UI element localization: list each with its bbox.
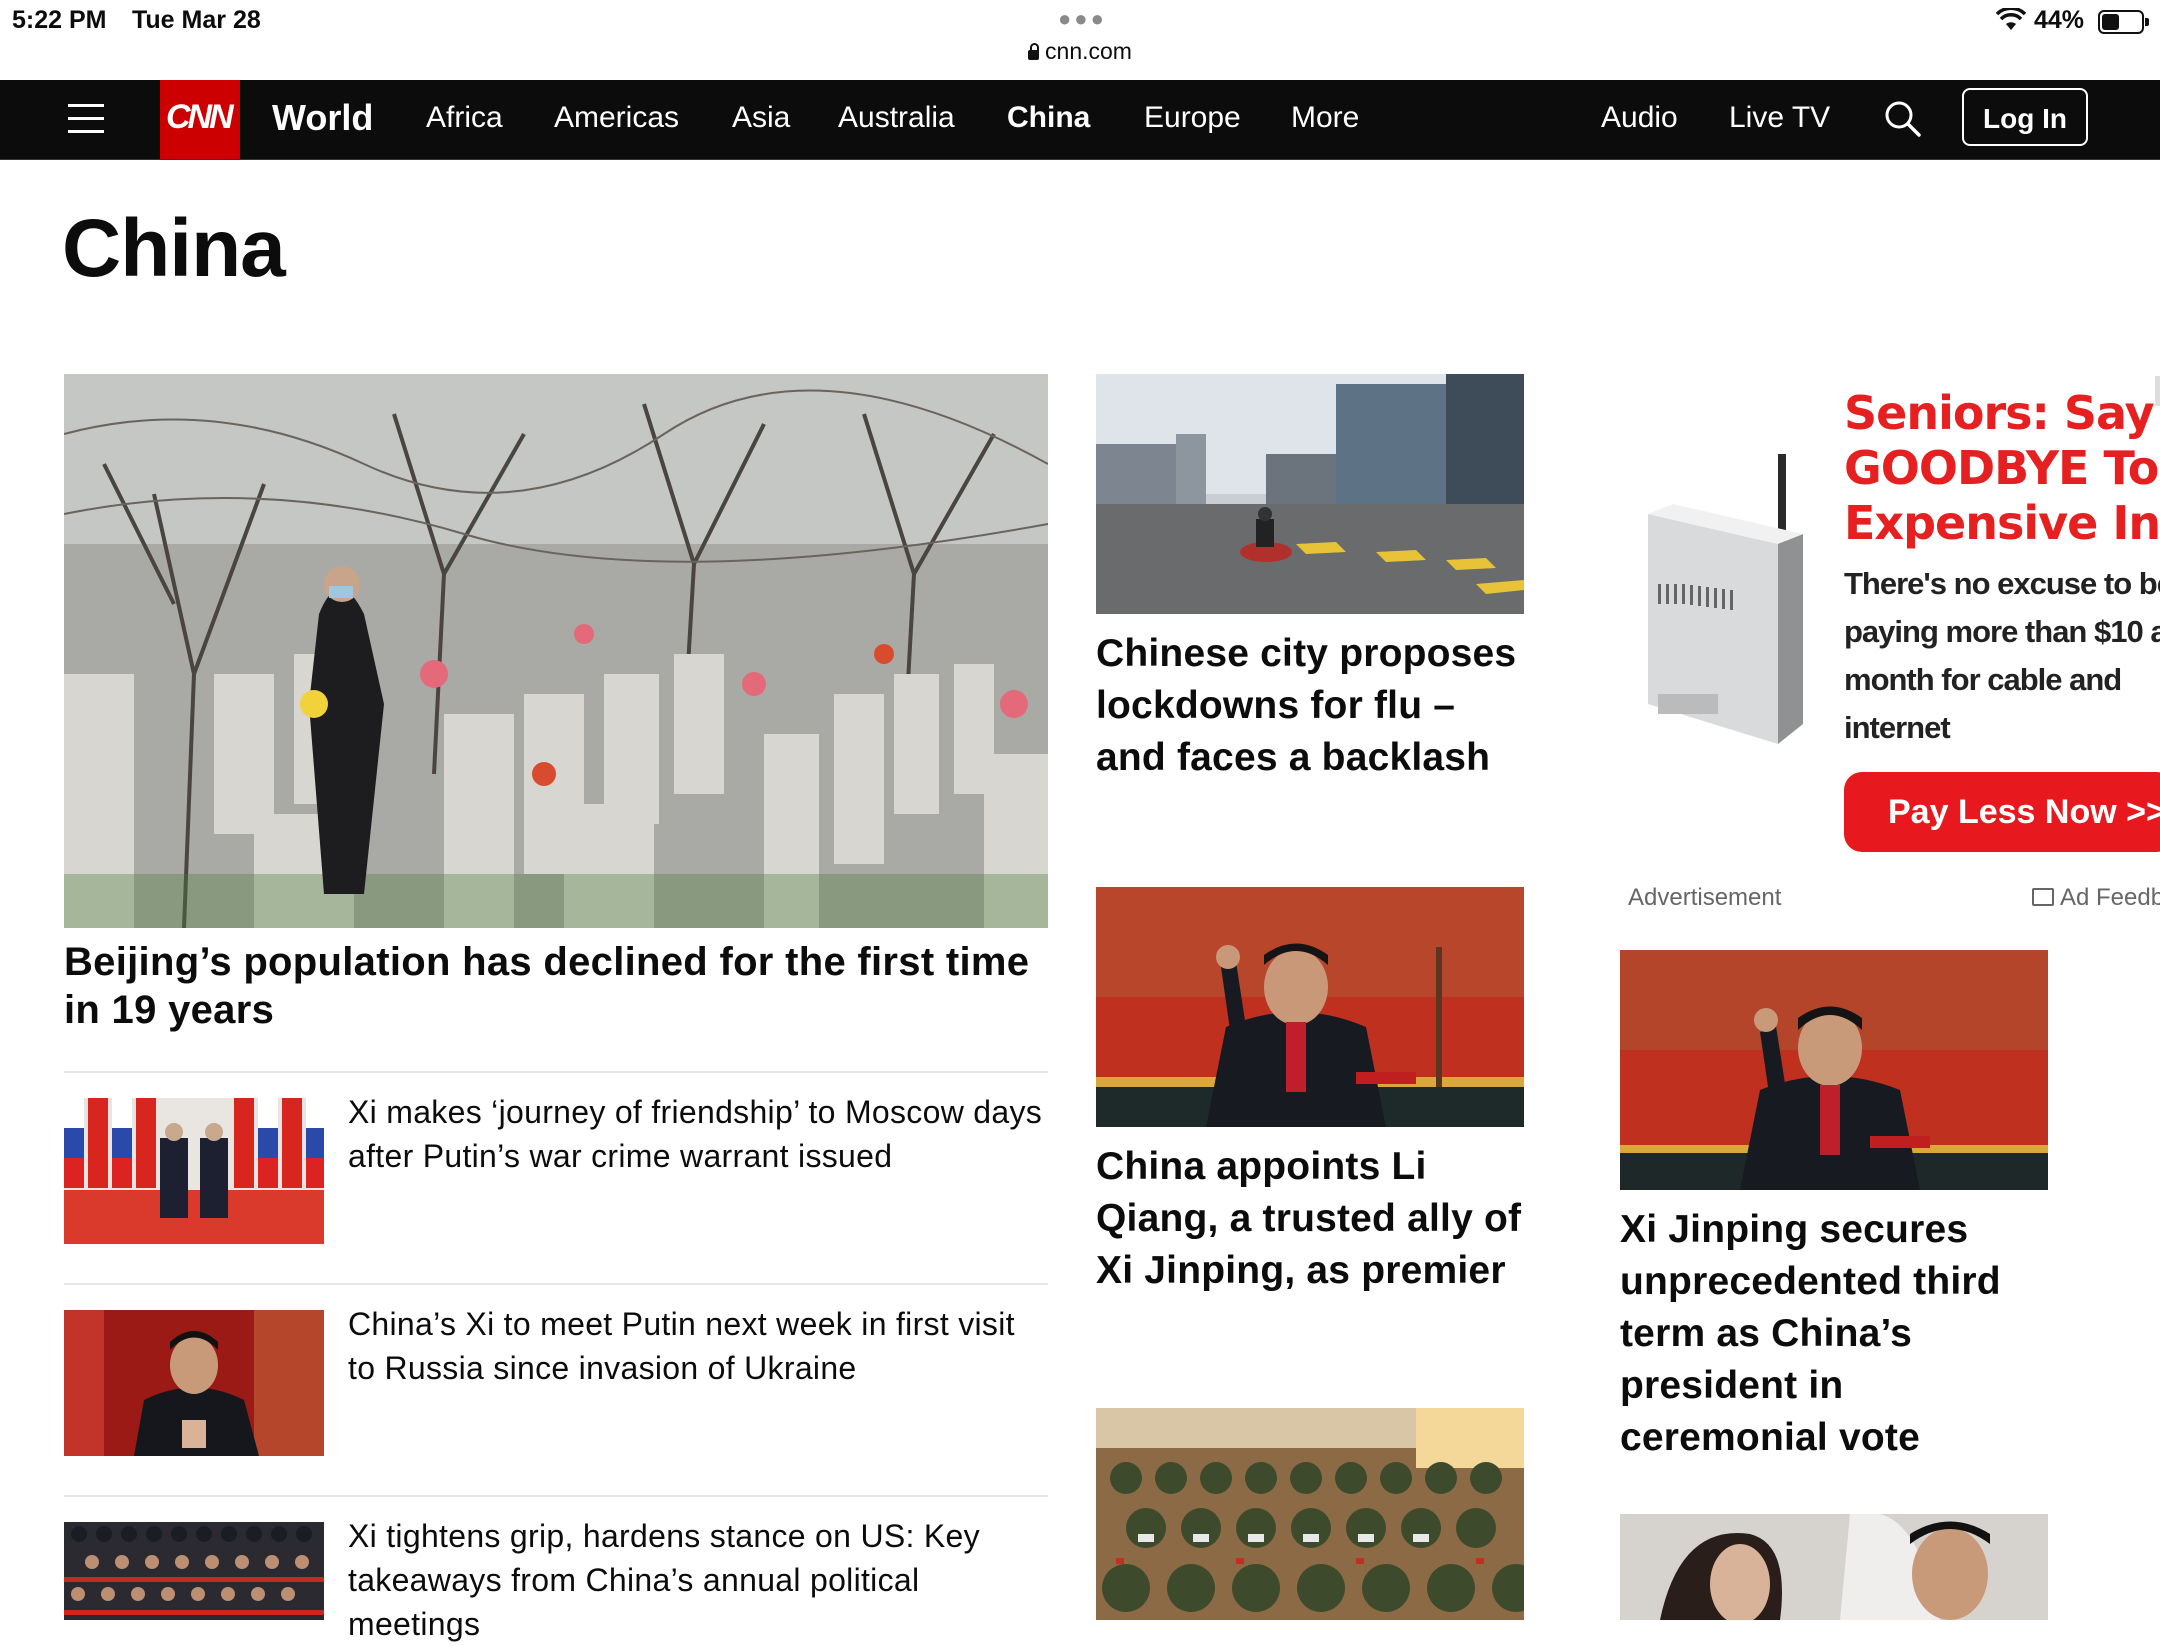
ad-title-line: Expensive Intern <box>1844 496 2160 550</box>
divider <box>64 1495 1048 1497</box>
wifi-icon <box>1995 6 2027 37</box>
list-story-image-xi-portrait[interactable] <box>64 1310 324 1456</box>
nav-item-europe[interactable]: Europe <box>1144 101 1241 135</box>
list-story-headline[interactable]: Xi makes ‘journey of friendship’ to Mosc… <box>348 1090 1048 1178</box>
status-bar: 5:22 PM Tue Mar 28 ●●● cnn.com 44% <box>0 0 2160 80</box>
nav-item-asia[interactable]: Asia <box>732 101 790 135</box>
ad-body-line: month for cable and <box>1844 662 2122 697</box>
lead-story-headline[interactable]: Beijing’s population has declined for th… <box>64 938 1044 1034</box>
nav-item-americas[interactable]: Americas <box>554 101 679 135</box>
card-headline[interactable]: Chinese city proposes lockdowns for flu … <box>1096 628 1526 784</box>
advertisement[interactable]: Seniors: Say GOODBYE To Expensive Intern… <box>1620 374 2160 862</box>
nav-item-australia[interactable]: Australia <box>838 101 955 135</box>
nav-item-live-tv[interactable]: Live TV <box>1729 101 1830 135</box>
list-story-image-congress[interactable] <box>64 1522 324 1620</box>
divider <box>64 1283 1048 1285</box>
list-story-image-xi-putin-flags[interactable] <box>64 1098 324 1244</box>
nav-item-china[interactable]: China <box>1007 101 1090 135</box>
card-headline[interactable]: Xi Jinping secures unprecedented third t… <box>1620 1204 2060 1464</box>
card-image-xi-vote[interactable] <box>1620 950 2048 1190</box>
ad-title[interactable]: Seniors: Say GOODBYE To Expensive Intern <box>1844 386 2160 551</box>
address-bar[interactable]: cnn.com <box>0 38 2160 65</box>
url-text: cnn.com <box>1045 38 1132 64</box>
card-image-city-street[interactable] <box>1096 374 1524 614</box>
menu-icon[interactable] <box>68 102 106 136</box>
ad-body-line: paying more than $10 a <box>1844 614 2160 649</box>
router-image <box>1648 454 1803 744</box>
battery-icon <box>2098 10 2149 34</box>
card-image-li-qiang[interactable] <box>1096 887 1524 1127</box>
section-world-link[interactable]: World <box>272 97 373 139</box>
ad-feedback-text: Ad Feedback <box>2060 884 2160 911</box>
card-image-portraits[interactable] <box>1620 1514 2048 1620</box>
page-title: China <box>62 203 286 294</box>
lock-icon <box>1028 43 1040 60</box>
nav-item-audio[interactable]: Audio <box>1601 101 1678 135</box>
status-date: Tue Mar 28 <box>132 6 261 34</box>
ad-cta-button[interactable]: Pay Less Now >> <box>1844 772 2160 852</box>
ad-feedback-link[interactable]: Ad Feedback <box>2032 884 2160 912</box>
top-nav: CNN World Africa Americas Asia Australia… <box>0 80 2160 160</box>
nav-item-more[interactable]: More <box>1291 101 1359 135</box>
divider <box>64 1071 1048 1073</box>
scrollbar-handle[interactable] <box>2155 376 2160 406</box>
nav-item-africa[interactable]: Africa <box>426 101 503 135</box>
login-button[interactable]: Log In <box>1962 88 2088 146</box>
ad-body: There's no excuse to be paying more than… <box>1844 560 2160 752</box>
ad-body-line: There's no excuse to be <box>1844 566 2160 601</box>
ad-title-line: GOODBYE To <box>1844 441 2159 495</box>
status-time: 5:22 PM <box>12 6 107 34</box>
list-story-headline[interactable]: Xi tightens grip, hardens stance on US: … <box>348 1514 1048 1646</box>
ad-title-line: Seniors: Say <box>1844 386 2155 440</box>
card-headline[interactable]: China appoints Li Qiang, a trusted ally … <box>1096 1141 1526 1297</box>
feedback-icon <box>2032 888 2054 906</box>
search-icon[interactable] <box>1884 100 1922 138</box>
list-story-headline[interactable]: China’s Xi to meet Putin next week in fi… <box>348 1302 1048 1390</box>
ad-body-line: internet <box>1844 710 1951 745</box>
logo-text: CNN <box>166 98 234 136</box>
battery-percent: 44% <box>2034 6 2085 34</box>
multitasking-dots-icon[interactable]: ●●● <box>1058 6 1107 32</box>
card-image-soldiers[interactable] <box>1096 1408 1524 1620</box>
lead-story-image[interactable] <box>64 374 1048 928</box>
ad-label: Advertisement <box>1628 884 1782 911</box>
cnn-logo[interactable]: CNN <box>160 80 240 159</box>
